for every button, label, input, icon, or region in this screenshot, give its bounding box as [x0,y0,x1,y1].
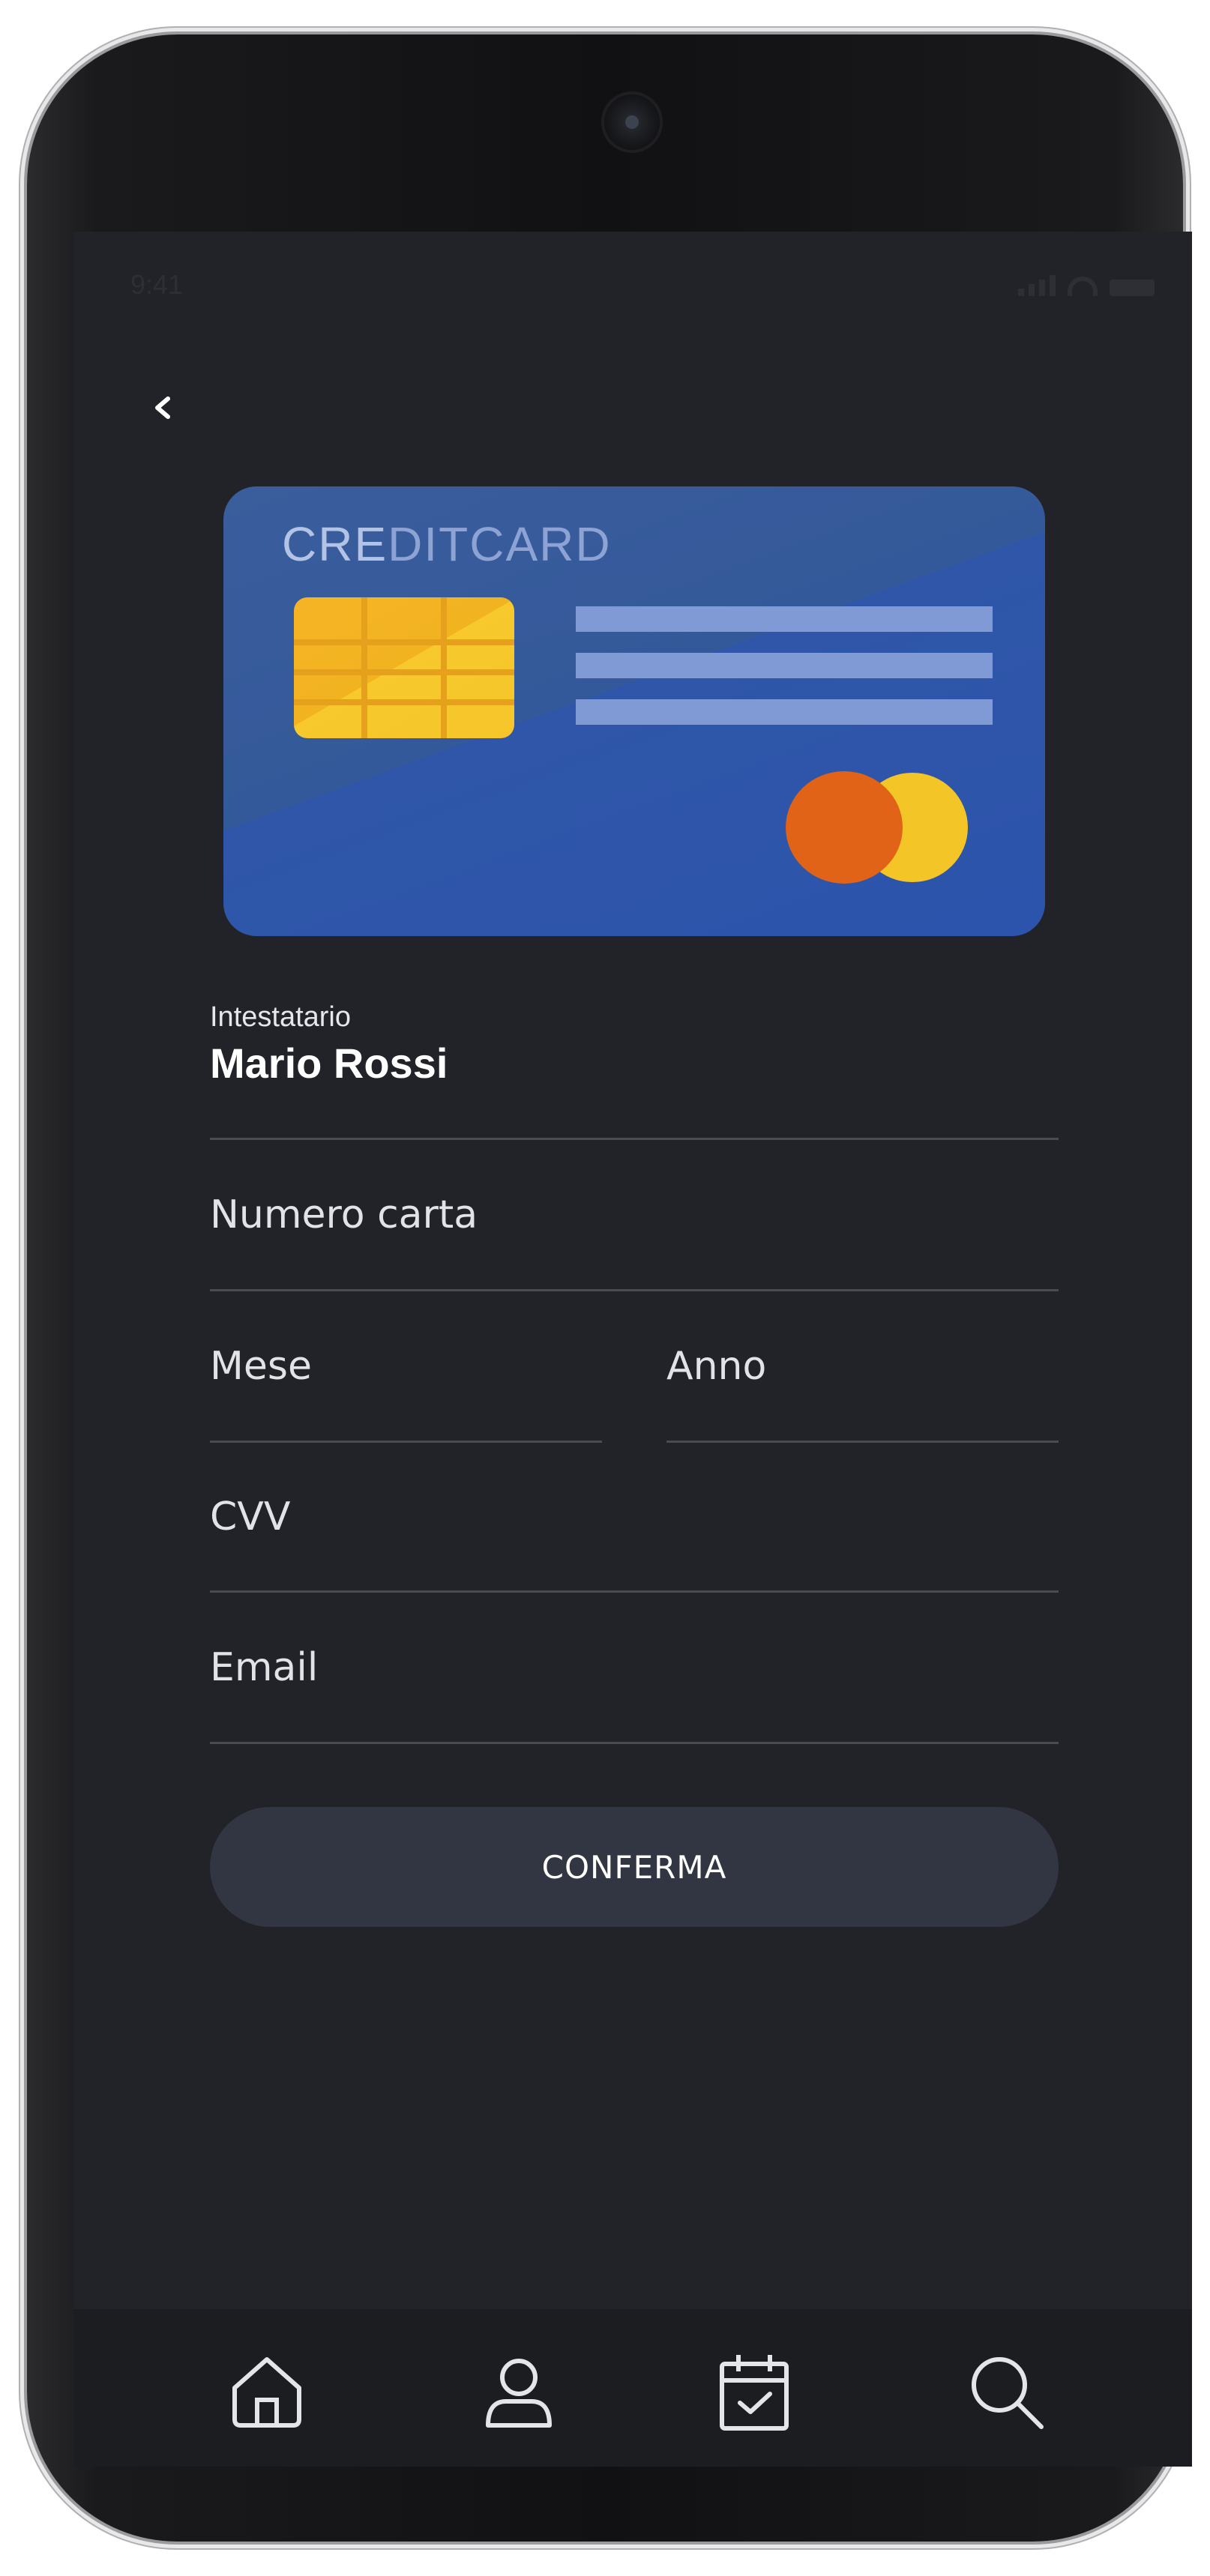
tab-calendar[interactable] [709,2347,799,2437]
card-stripe [576,606,993,632]
tab-profile[interactable] [474,2347,564,2437]
holder-value: Mario Rossi [210,1040,448,1087]
back-button[interactable] [141,385,186,430]
card-brand-text: CREDITCARD [282,517,612,571]
cvv-field[interactable] [210,1443,1059,1593]
month-input[interactable] [210,1291,602,1441]
email-field[interactable] [210,1593,1059,1744]
tab-home[interactable] [222,2347,312,2437]
holder-label: Intestatario [210,1001,351,1033]
year-input[interactable] [666,1291,1059,1441]
chevron-left-icon [155,396,170,419]
app-screen: 9:41 CREDITCARD Intestatario Mario Rossi… [73,232,1192,2467]
card-number-field[interactable] [210,1140,1059,1291]
signal-icon [1018,275,1056,296]
card-stripe [576,699,993,725]
front-camera [604,94,660,150]
email-input[interactable] [210,1593,1059,1742]
wifi-icon [1068,277,1098,296]
month-field[interactable] [210,1291,602,1443]
card-chip-icon [294,597,514,738]
home-icon [232,2357,301,2428]
tab-search[interactable] [961,2347,1051,2437]
confirm-button[interactable]: CONFERMA [210,1807,1059,1927]
phone-frame: 9:41 CREDITCARD Intestatario Mario Rossi… [27,34,1192,2542]
user-icon [486,2359,552,2428]
holder-field: Intestatario Mario Rossi [210,1001,1059,1140]
status-time: 9:41 [130,269,184,300]
year-field[interactable] [666,1291,1059,1443]
cvv-input[interactable] [210,1443,1059,1590]
status-icons [1018,275,1155,296]
card-logo-circle-red [786,771,903,884]
bottom-tab-bar [73,2309,1192,2467]
credit-card-illustration: CREDITCARD [223,486,1045,936]
card-number-input[interactable] [210,1140,1059,1289]
search-icon [972,2357,1044,2429]
calendar-check-icon [720,2355,789,2431]
card-stripe [576,653,993,678]
battery-icon [1110,280,1155,296]
